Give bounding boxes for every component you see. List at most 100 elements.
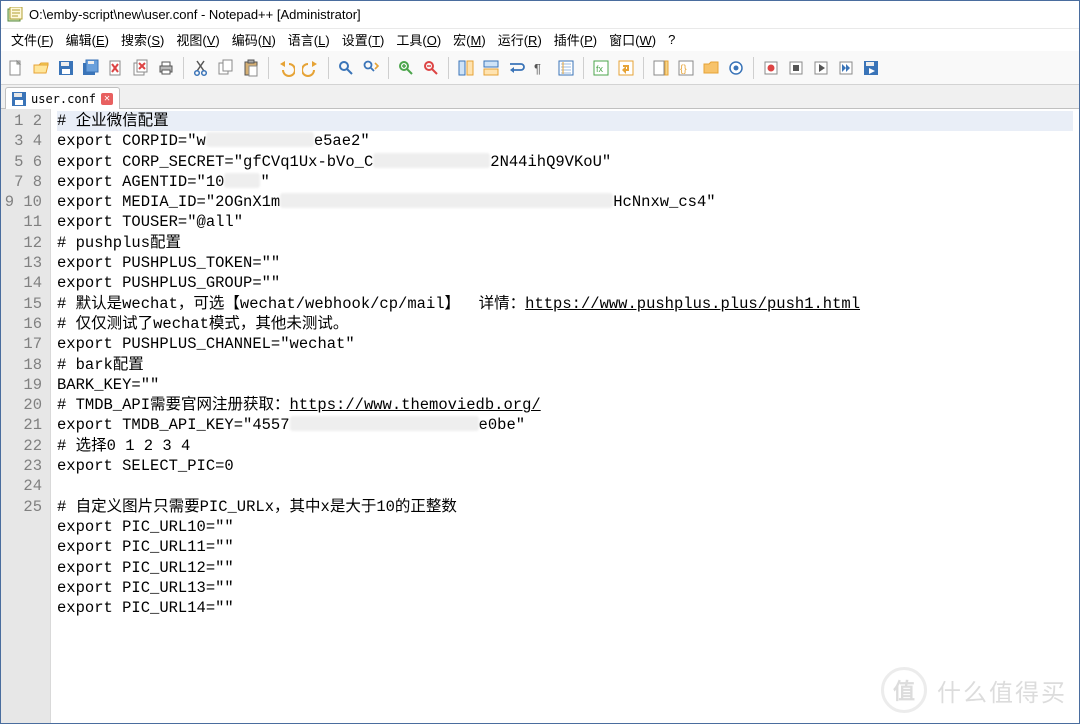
editor: 1 2 3 4 5 6 7 8 9 10 11 12 13 14 15 16 1… — [1, 109, 1079, 723]
close-icon[interactable]: ✕ — [101, 93, 113, 105]
toolbar-record[interactable] — [760, 57, 782, 79]
toolbar-undo[interactable] — [275, 57, 297, 79]
toolbar-func-list[interactable]: {} — [675, 57, 697, 79]
toolbar-redo[interactable] — [300, 57, 322, 79]
menu-item-N[interactable]: 编码(N) — [226, 28, 282, 51]
toolbar-separator — [388, 57, 389, 79]
menu-item-F[interactable]: 文件(F) — [5, 28, 60, 51]
toolbar-eol[interactable] — [615, 57, 637, 79]
menu-item-R[interactable]: 运行(R) — [492, 28, 548, 51]
func-list-icon: {} — [677, 59, 695, 77]
play-icon — [812, 59, 830, 77]
toolbar-play-multi[interactable] — [835, 57, 857, 79]
toolbar-folder[interactable] — [700, 57, 722, 79]
toolbar-save-file[interactable] — [55, 57, 77, 79]
toolbar-new-file[interactable] — [5, 57, 27, 79]
svg-text:¶: ¶ — [534, 61, 541, 76]
replace-icon — [362, 59, 380, 77]
toolbar-open-file[interactable] — [30, 57, 52, 79]
lang-icon: fx — [592, 59, 610, 77]
toolbar-zoom-out[interactable] — [420, 57, 442, 79]
menu-item-P[interactable]: 插件(P) — [548, 28, 603, 51]
folder-icon — [702, 59, 720, 77]
toolbar-separator — [268, 57, 269, 79]
toolbar-doc-map[interactable] — [650, 57, 672, 79]
toolbar-paste[interactable] — [240, 57, 262, 79]
toolbar-lang[interactable]: fx — [590, 57, 612, 79]
menu-bar: 文件(F)编辑(E)搜索(S)视图(V)编码(N)语言(L)设置(T)工具(O)… — [1, 29, 1079, 51]
disk-icon — [12, 92, 26, 106]
link[interactable]: https://www.themoviedb.org/ — [290, 396, 541, 414]
eol-icon — [617, 59, 635, 77]
toolbar-stop[interactable] — [785, 57, 807, 79]
redo-icon — [302, 59, 320, 77]
toolbar: ¶ fx {} — [1, 51, 1079, 85]
toolbar-separator — [448, 57, 449, 79]
save-all-icon — [82, 59, 100, 77]
record-icon — [762, 59, 780, 77]
menu-item-M[interactable]: 宏(M) — [447, 28, 492, 51]
wrap-icon — [507, 59, 525, 77]
toolbar-copy[interactable] — [215, 57, 237, 79]
close-file-icon — [107, 59, 125, 77]
toolbar-save-all[interactable] — [80, 57, 102, 79]
toolbar-print[interactable] — [155, 57, 177, 79]
undo-icon — [277, 59, 295, 77]
menu-item-T[interactable]: 设置(T) — [336, 28, 391, 51]
toolbar-close-file[interactable] — [105, 57, 127, 79]
menu-item-W[interactable]: 窗口(W) — [603, 28, 662, 51]
toolbar-separator — [583, 57, 584, 79]
title-bar: O:\emby-script\new\user.conf - Notepad++… — [1, 1, 1079, 29]
indent-guide-icon — [557, 59, 575, 77]
save-file-icon — [57, 59, 75, 77]
toolbar-sync-h[interactable] — [480, 57, 502, 79]
menu-item-E[interactable]: 编辑(E) — [60, 28, 115, 51]
sync-h-icon — [482, 59, 500, 77]
toolbar-indent-guide[interactable] — [555, 57, 577, 79]
print-icon — [157, 59, 175, 77]
paste-icon — [242, 59, 260, 77]
all-chars-icon: ¶ — [532, 59, 550, 77]
svg-text:fx: fx — [596, 64, 604, 74]
toolbar-wrap[interactable] — [505, 57, 527, 79]
stop-icon — [787, 59, 805, 77]
svg-text:{}: {} — [680, 64, 687, 75]
toolbar-zoom-in[interactable] — [395, 57, 417, 79]
notepadpp-icon — [7, 7, 23, 23]
file-tab-user-conf[interactable]: user.conf ✕ — [5, 87, 120, 109]
menu-item-help[interactable]: ? — [662, 30, 681, 49]
menu-item-L[interactable]: 语言(L) — [282, 28, 336, 51]
tab-strip: user.conf ✕ — [1, 85, 1079, 109]
toolbar-find[interactable] — [335, 57, 357, 79]
window-title: O:\emby-script\new\user.conf - Notepad++… — [29, 7, 361, 22]
toolbar-play[interactable] — [810, 57, 832, 79]
toolbar-save-macro[interactable] — [860, 57, 882, 79]
toolbar-separator — [753, 57, 754, 79]
toolbar-sync-v[interactable] — [455, 57, 477, 79]
toolbar-replace[interactable] — [360, 57, 382, 79]
toolbar-separator — [328, 57, 329, 79]
code-area[interactable]: # 企业微信配置 export CORPID="we5ae2" export C… — [51, 109, 1079, 723]
menu-item-S[interactable]: 搜索(S) — [115, 28, 170, 51]
link[interactable]: https://www.pushplus.plus/push1.html — [525, 295, 860, 313]
copy-icon — [217, 59, 235, 77]
toolbar-all-chars[interactable]: ¶ — [530, 57, 552, 79]
monitor-icon — [727, 59, 745, 77]
cut-icon — [192, 59, 210, 77]
sync-v-icon — [457, 59, 475, 77]
zoom-in-icon — [397, 59, 415, 77]
menu-item-V[interactable]: 视图(V) — [170, 28, 225, 51]
file-tab-label: user.conf — [31, 92, 96, 106]
toolbar-separator — [183, 57, 184, 79]
find-icon — [337, 59, 355, 77]
toolbar-monitor[interactable] — [725, 57, 747, 79]
close-all-icon — [132, 59, 150, 77]
menu-item-O[interactable]: 工具(O) — [390, 28, 447, 51]
toolbar-close-all[interactable] — [130, 57, 152, 79]
play-multi-icon — [837, 59, 855, 77]
save-macro-icon — [862, 59, 880, 77]
doc-map-icon — [652, 59, 670, 77]
new-file-icon — [7, 59, 25, 77]
toolbar-cut[interactable] — [190, 57, 212, 79]
line-number-gutter: 1 2 3 4 5 6 7 8 9 10 11 12 13 14 15 16 1… — [1, 109, 51, 723]
